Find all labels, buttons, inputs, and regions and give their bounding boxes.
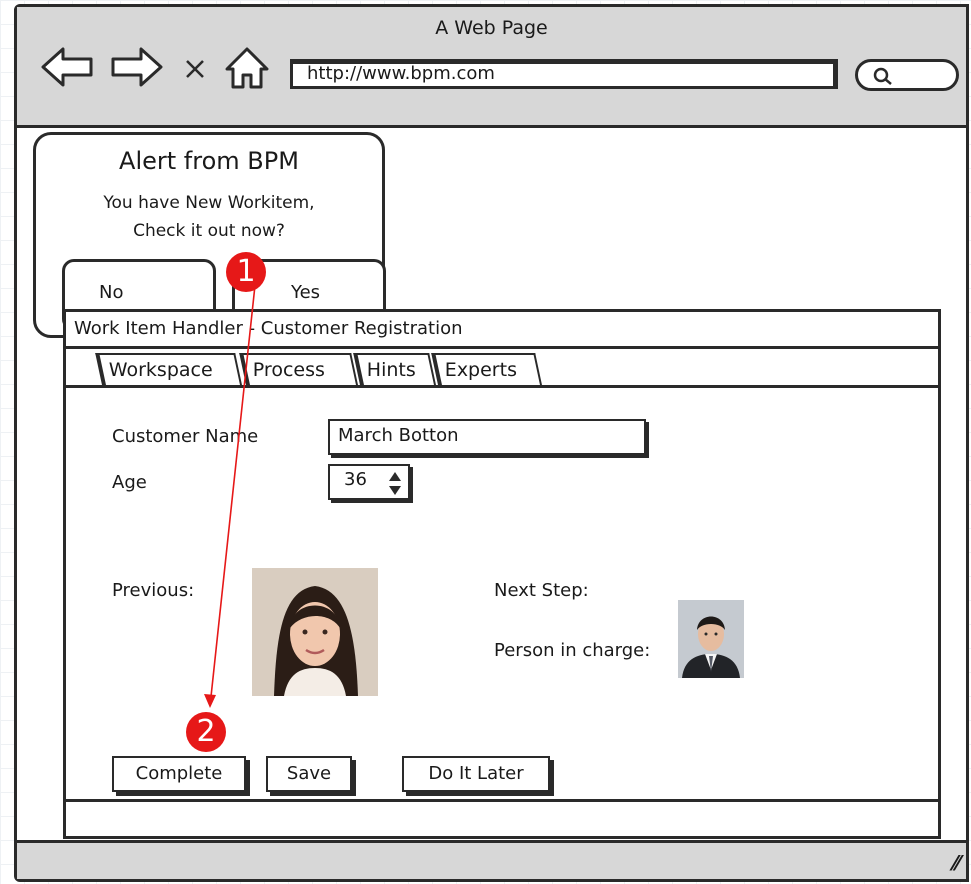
decrement-icon[interactable] — [384, 483, 406, 498]
handler-footer-bar — [66, 799, 938, 836]
alert-message: You have New Workitem, Check it out now? — [36, 189, 382, 245]
do-it-later-button[interactable]: Do It Later — [402, 756, 550, 792]
increment-icon[interactable] — [384, 468, 406, 483]
forward-arrow-icon[interactable] — [109, 45, 165, 89]
handler-title: Work Item Handler - Customer Registratio… — [66, 312, 938, 349]
browser-toolbar: A Web Page http://www.bpm.com — [17, 7, 966, 128]
close-icon[interactable] — [183, 57, 207, 81]
person-in-charge-label: Person in charge: — [494, 640, 651, 661]
complete-button[interactable]: Complete — [112, 756, 246, 792]
yes-button-label: Yes — [291, 282, 321, 303]
age-spin-buttons[interactable] — [384, 468, 406, 498]
save-button[interactable]: Save — [266, 756, 352, 792]
step-marker-2: 2 — [186, 712, 226, 752]
status-bar: ⁄⁄ — [17, 840, 966, 879]
next-step-label: Next Step: — [494, 580, 589, 601]
age-stepper[interactable]: 36 — [328, 464, 410, 500]
alert-dialog: Alert from BPM You have New Workitem, Ch… — [33, 132, 386, 338]
resize-grip-icon[interactable]: ⁄⁄ — [953, 851, 960, 875]
alert-title: Alert from BPM — [119, 147, 299, 175]
no-button-label: No — [99, 282, 124, 303]
search-icon — [873, 67, 892, 85]
age-value: 36 — [344, 469, 367, 490]
customer-name-input[interactable]: March Botton — [328, 419, 646, 455]
alert-message-line1: You have New Workitem, — [103, 193, 315, 213]
previous-label: Previous: — [112, 580, 195, 601]
back-arrow-icon[interactable] — [39, 45, 95, 89]
customer-name-label: Customer Name — [112, 426, 259, 447]
tab-workspace[interactable]: Workspace — [95, 353, 243, 385]
person-in-charge-photo — [678, 600, 744, 678]
home-icon[interactable] — [223, 45, 271, 91]
tab-hints[interactable]: Hints — [353, 353, 436, 385]
step-marker-1: 1 — [226, 252, 266, 292]
browser-window: A Web Page http://www.bpm.com ⁄⁄ Alert f… — [14, 4, 969, 882]
url-bar[interactable]: http://www.bpm.com — [290, 59, 838, 89]
work-item-handler: Work Item Handler - Customer Registratio… — [63, 309, 941, 839]
search-field[interactable] — [855, 59, 959, 91]
window-title: A Web Page — [435, 17, 548, 39]
tab-experts[interactable]: Experts — [431, 353, 542, 385]
alert-message-line2: Check it out now? — [133, 221, 285, 241]
tab-bar: Workspace Process Hints Experts — [66, 349, 938, 388]
tab-process[interactable]: Process — [239, 353, 358, 385]
previous-person-photo — [252, 568, 378, 696]
age-label: Age — [112, 472, 147, 493]
